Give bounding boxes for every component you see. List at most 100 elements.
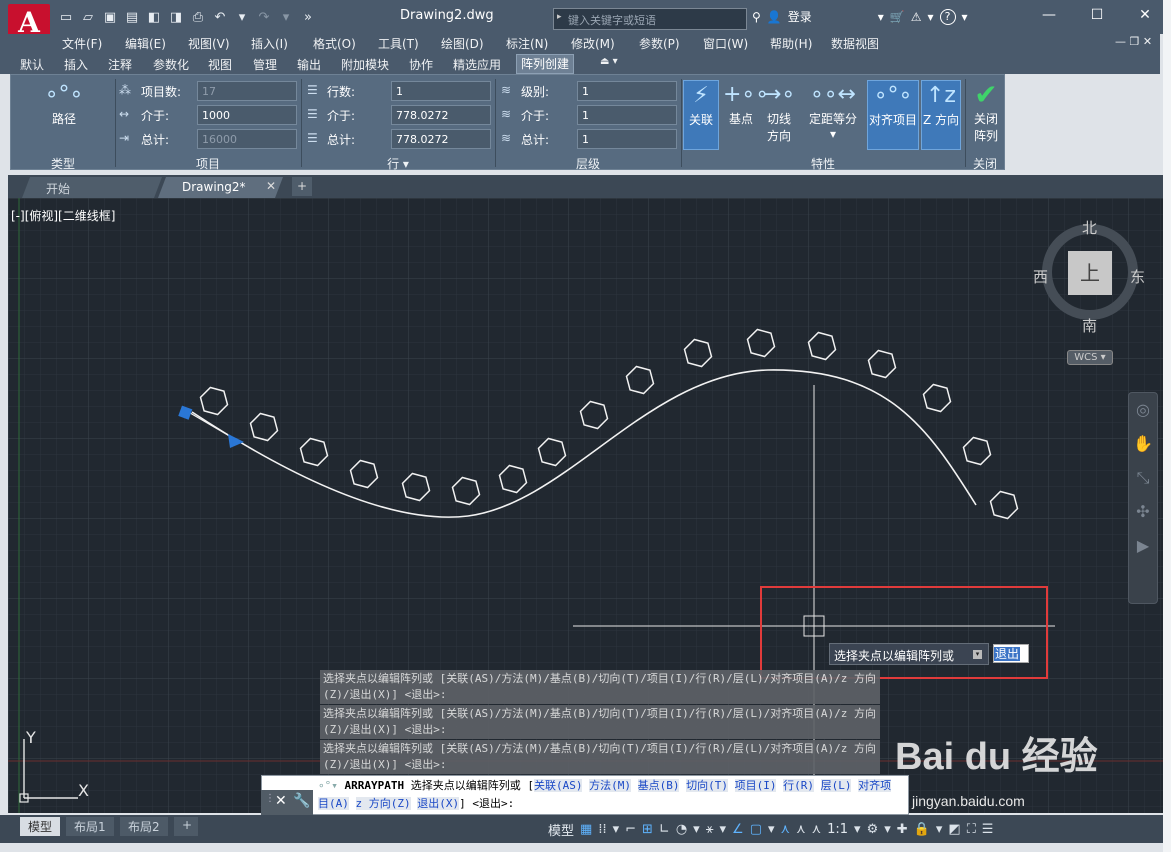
- menu-parametric[interactable]: 参数(P): [639, 35, 680, 52]
- file-tab-start[interactable]: 开始: [22, 177, 162, 198]
- menu-format[interactable]: 格式(O): [313, 35, 356, 52]
- tangent-direction-button[interactable]: →∘ 切线 方向: [761, 80, 797, 150]
- infer-icon[interactable]: ⌐: [625, 822, 636, 837]
- tab-addins[interactable]: 附加模块: [341, 56, 389, 73]
- fullscreen-icon[interactable]: ⛶: [967, 822, 976, 837]
- tab-parametric[interactable]: 参数化: [153, 56, 189, 73]
- close-array-button[interactable]: ✔ 关闭 阵列: [967, 80, 1005, 150]
- undo-dropdown-icon[interactable]: ▾: [232, 8, 252, 28]
- menu-view[interactable]: 视图(V): [188, 35, 230, 52]
- isolate-objects-icon[interactable]: ◩: [948, 822, 960, 837]
- scale-dropdown-icon[interactable]: ▾: [854, 822, 861, 837]
- item-between-field[interactable]: 1000: [197, 105, 297, 125]
- open-icon[interactable]: ▱: [78, 8, 98, 28]
- binoculars-icon[interactable]: ⚲: [752, 10, 761, 24]
- redo-icon[interactable]: ↷: [254, 8, 274, 28]
- maximize-icon[interactable]: ☐: [1073, 4, 1121, 28]
- level-between-field[interactable]: 1: [577, 105, 677, 125]
- measure-button[interactable]: ∘∘↔ 定距等分 ▾: [805, 80, 861, 150]
- redo-dropdown-icon[interactable]: ▾: [276, 8, 296, 28]
- exchange-icon[interactable]: ⚠: [911, 10, 922, 24]
- add-layout-button[interactable]: +: [174, 817, 198, 836]
- osnap-tracking-icon[interactable]: ∠: [732, 822, 744, 837]
- exchange-dropdown-icon[interactable]: ▾: [928, 10, 934, 24]
- menu-file[interactable]: 文件(F): [62, 35, 102, 52]
- share-icon[interactable]: ◨: [166, 8, 186, 28]
- search-input[interactable]: ▸ 键入关键字或短语: [553, 8, 747, 30]
- command-close-icon[interactable]: ✕: [275, 793, 287, 809]
- viewcube-south[interactable]: 南: [1082, 315, 1097, 336]
- lock-ui-icon[interactable]: 🔒: [914, 822, 930, 837]
- associative-button[interactable]: ⚡ 关联: [683, 80, 719, 150]
- annotation-visibility-icon[interactable]: ⋏: [781, 822, 791, 837]
- file-tab-drawing2[interactable]: Drawing2*: [158, 177, 283, 198]
- option-method[interactable]: 方法(M): [589, 779, 631, 792]
- option-items[interactable]: 项目(I): [734, 779, 777, 792]
- option-z-direction[interactable]: z 方向(Z): [355, 797, 411, 810]
- lock-dropdown-icon[interactable]: ▾: [936, 822, 943, 837]
- option-associative[interactable]: 关联(AS): [533, 779, 583, 792]
- menu-draw[interactable]: 绘图(D): [441, 35, 484, 52]
- save-icon[interactable]: ▣: [100, 8, 120, 28]
- login-dropdown-icon[interactable]: ▾: [878, 10, 884, 24]
- option-tangent[interactable]: 切向(T): [686, 779, 728, 792]
- option-rows[interactable]: 行(R): [783, 779, 814, 792]
- isodraft-icon[interactable]: ⚹: [706, 822, 714, 837]
- options-dropdown-icon[interactable]: ▾: [973, 650, 982, 659]
- menu-dimension[interactable]: 标注(N): [506, 35, 548, 52]
- menu-help[interactable]: 帮助(H): [770, 35, 812, 52]
- help-icon[interactable]: ?: [939, 8, 956, 25]
- level-total-field[interactable]: 1: [577, 129, 677, 149]
- dynamic-input-icon[interactable]: ⊞: [642, 822, 653, 837]
- item-count-field[interactable]: 17: [197, 81, 297, 101]
- annotation-monitor-icon[interactable]: ✚: [897, 822, 908, 837]
- pan-icon[interactable]: ✋: [1129, 427, 1157, 461]
- tab-layout1[interactable]: 布局1: [66, 817, 114, 836]
- grid-icon[interactable]: ▦: [580, 822, 592, 837]
- ribbon-options-icon[interactable]: ⏏ ▾: [600, 56, 618, 67]
- web-save-icon[interactable]: ◧: [144, 8, 164, 28]
- workspace-gear-icon[interactable]: ⚙: [867, 822, 879, 837]
- exit-option[interactable]: 退出: [994, 647, 1021, 661]
- tab-manage[interactable]: 管理: [253, 56, 277, 73]
- customize-menu-icon[interactable]: ☰: [982, 822, 994, 837]
- tab-insert[interactable]: 插入: [64, 56, 88, 73]
- doc-window-controls[interactable]: — ❐ ✕: [1115, 35, 1152, 48]
- menu-modify[interactable]: 修改(M): [571, 35, 615, 52]
- z-direction-button[interactable]: ↑z Z 方向: [921, 80, 961, 150]
- annotation-scale-value[interactable]: 1:1: [827, 822, 848, 837]
- login-link[interactable]: 登录: [788, 8, 812, 25]
- showmotion-icon[interactable]: ▶: [1129, 529, 1157, 563]
- panel-title-rows[interactable]: 行 ▾: [301, 155, 495, 172]
- annotation-scale-icon[interactable]: ⋏: [812, 822, 822, 837]
- polar-dropdown-icon[interactable]: ▾: [693, 822, 700, 837]
- tab-model[interactable]: 模型: [20, 817, 61, 836]
- tab-output[interactable]: 输出: [297, 56, 321, 73]
- tab-featured-apps[interactable]: 精选应用: [453, 56, 501, 73]
- tab-view[interactable]: 视图: [208, 56, 232, 73]
- ortho-icon[interactable]: ∟: [659, 822, 670, 837]
- model-space-button[interactable]: 模型: [548, 820, 574, 839]
- auto-scale-icon[interactable]: ⋏: [796, 822, 806, 837]
- expand-icon[interactable]: ▸: [557, 12, 562, 22]
- align-items-button[interactable]: ∘°∘ 对齐项目: [867, 80, 919, 150]
- drag-handle-icon[interactable]: ⋮: [265, 793, 275, 804]
- new-icon[interactable]: ▭: [56, 8, 76, 28]
- user-icon[interactable]: 👤: [767, 10, 782, 24]
- polar-icon[interactable]: ◔: [676, 822, 687, 837]
- menu-tools[interactable]: 工具(T): [378, 35, 419, 52]
- tab-annotate[interactable]: 注释: [108, 56, 132, 73]
- orbit-icon[interactable]: ✣: [1129, 495, 1157, 529]
- viewcube-east[interactable]: 东: [1130, 266, 1145, 287]
- customize-wrench-icon[interactable]: 🔧: [293, 793, 310, 809]
- tab-default[interactable]: 默认: [20, 56, 44, 73]
- item-total-field[interactable]: 16000: [197, 129, 297, 149]
- option-exit[interactable]: 退出(X): [417, 797, 460, 810]
- minimize-icon[interactable]: —: [1025, 4, 1073, 28]
- rows-field[interactable]: 1: [391, 81, 491, 101]
- steering-wheel-icon[interactable]: ◎: [1129, 393, 1157, 427]
- osnap-dropdown-icon[interactable]: ▾: [768, 822, 775, 837]
- viewcube-west[interactable]: 西: [1033, 266, 1048, 287]
- row-between-field[interactable]: 778.0272: [391, 105, 491, 125]
- isodraft-dropdown-icon[interactable]: ▾: [720, 822, 727, 837]
